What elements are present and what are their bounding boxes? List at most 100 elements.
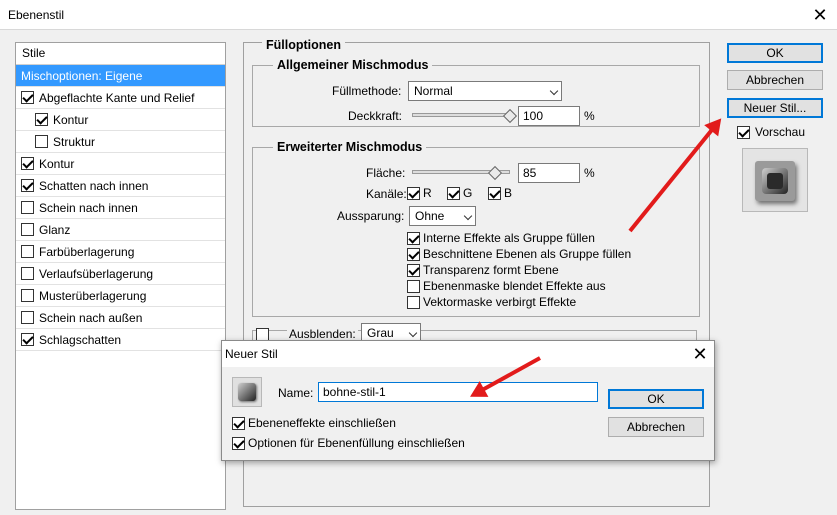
advanced-option[interactable]: Beschnittene Ebenen als Gruppe füllen (407, 247, 631, 261)
general-blend-title: Allgemeiner Mischmodus (273, 58, 433, 72)
blend-if-value: Grau (367, 326, 394, 340)
preview-checkbox[interactable] (737, 125, 750, 139)
advanced-option-checkbox[interactable] (407, 279, 420, 293)
ok-button[interactable]: OK (727, 43, 823, 63)
name-label: Name: (278, 386, 314, 400)
style-item[interactable]: Mischoptionen: Eigene (16, 65, 225, 87)
style-item-checkbox[interactable] (21, 333, 34, 346)
close-icon[interactable]: ✕ (690, 345, 710, 363)
style-item-checkbox[interactable] (21, 245, 34, 258)
channel-g-label: G (463, 186, 473, 200)
style-item-label: Kontur (39, 156, 75, 171)
channel-r[interactable]: R (407, 186, 432, 200)
style-item-label: Verlaufsüberlagerung (39, 266, 154, 281)
chevron-down-icon (408, 328, 418, 338)
style-item[interactable]: Schatten nach innen (16, 175, 225, 197)
style-item[interactable]: Schlagschatten (16, 329, 225, 351)
style-item-label: Mischoptionen: Eigene (21, 68, 143, 83)
channel-b-label: B (504, 186, 513, 200)
new-style-thumbnail (232, 377, 262, 407)
style-item[interactable]: Schein nach innen (16, 197, 225, 219)
include-effects-checkbox[interactable] (232, 416, 245, 430)
style-item[interactable]: Kontur (16, 153, 225, 175)
new-style-button[interactable]: Neuer Stil... (727, 98, 823, 118)
channel-b-checkbox[interactable] (488, 186, 501, 200)
style-item-checkbox[interactable] (21, 201, 34, 214)
style-item-label: Kontur (53, 112, 89, 127)
chevron-down-icon (549, 86, 559, 96)
fill-opacity-percent: % (584, 166, 595, 180)
style-item-checkbox[interactable] (21, 311, 34, 324)
advanced-option-checkbox[interactable] (407, 263, 420, 277)
style-item-label: Schlagschatten (39, 332, 122, 347)
style-item[interactable]: Farbüberlagerung (16, 241, 225, 263)
include-fill-option[interactable]: Optionen für Ebenenfüllung einschließen (232, 436, 465, 450)
style-preview-thumbnail (742, 148, 808, 212)
advanced-option[interactable]: Ebenenmaske blendet Effekte aus (407, 279, 606, 293)
style-item-checkbox[interactable] (35, 135, 48, 148)
style-item[interactable]: Glanz (16, 219, 225, 241)
blend-if-label: Ausblenden: (287, 327, 358, 341)
style-item-checkbox[interactable] (21, 179, 34, 192)
channel-g[interactable]: G (447, 186, 472, 200)
channel-b[interactable]: B (488, 186, 512, 200)
style-item[interactable]: Kontur (16, 109, 225, 131)
style-item[interactable]: Verlaufsüberlagerung (16, 263, 225, 285)
knockout-select[interactable]: Ohne (409, 206, 476, 226)
style-item-label: Musterüberlagerung (39, 288, 147, 303)
cancel-button[interactable]: Abbrechen (727, 70, 823, 90)
blend-mode-value: Normal (414, 84, 453, 98)
advanced-option[interactable]: Vektormaske verbirgt Effekte (407, 295, 576, 309)
advanced-option[interactable]: Interne Effekte als Gruppe füllen (407, 231, 595, 245)
dialog-cancel-button[interactable]: Abbrechen (608, 417, 704, 437)
style-item[interactable]: Struktur (16, 131, 225, 153)
channel-r-label: R (423, 186, 432, 200)
style-item-checkbox[interactable] (21, 289, 34, 302)
channel-g-checkbox[interactable] (447, 186, 460, 200)
chevron-down-icon (463, 211, 473, 221)
dialog-ok-button[interactable]: OK (608, 389, 704, 409)
fill-opacity-input[interactable]: 85 (518, 163, 580, 183)
opacity-input[interactable]: 100 (518, 106, 580, 126)
close-icon[interactable]: ✕ (810, 6, 830, 24)
style-item-checkbox[interactable] (21, 223, 34, 236)
blend-mode-select[interactable]: Normal (408, 81, 562, 101)
style-item[interactable]: Schein nach außen (16, 307, 225, 329)
advanced-blend-title: Erweiterter Mischmodus (273, 140, 427, 154)
new-style-dialog-titlebar: Neuer Stil ✕ (222, 341, 714, 367)
styles-header: Stile (16, 43, 225, 65)
style-item-checkbox[interactable] (21, 157, 34, 170)
style-item-checkbox[interactable] (21, 267, 34, 280)
style-item-checkbox[interactable] (35, 113, 48, 126)
new-style-dialog-title: Neuer Stil (225, 347, 278, 361)
opacity-slider-track[interactable] (412, 113, 510, 117)
style-item-label: Schein nach innen (39, 200, 138, 215)
preview-bevel-core (767, 173, 783, 189)
style-item[interactable]: Musterüberlagerung (16, 285, 225, 307)
preview-toggle[interactable]: Vorschau (737, 125, 805, 139)
style-item-label: Schatten nach innen (39, 178, 149, 193)
include-effects-option[interactable]: Ebeneneffekte einschließen (232, 416, 396, 430)
preview-bevel-outer (755, 161, 795, 201)
style-item-label: Abgeflachte Kante und Relief (39, 90, 195, 105)
style-item[interactable]: Abgeflachte Kante und Relief (16, 87, 225, 109)
advanced-option-label: Vektormaske verbirgt Effekte (423, 295, 577, 309)
advanced-option[interactable]: Transparenz formt Ebene (407, 263, 559, 277)
include-fill-label: Optionen für Ebenenfüllung einschließen (248, 436, 465, 450)
style-item-checkbox[interactable] (21, 91, 34, 104)
name-input[interactable]: bohne-stil-1 (318, 382, 598, 402)
channels-label: Kanäle: (366, 187, 407, 201)
advanced-option-label: Beschnittene Ebenen als Gruppe füllen (423, 247, 632, 261)
advanced-option-checkbox[interactable] (407, 247, 420, 261)
include-effects-label: Ebeneneffekte einschließen (248, 416, 396, 430)
style-item-label: Struktur (53, 134, 96, 149)
channel-r-checkbox[interactable] (407, 186, 420, 200)
style-item-label: Glanz (39, 222, 71, 237)
advanced-option-label: Transparenz formt Ebene (423, 263, 559, 277)
include-fill-checkbox[interactable] (232, 436, 245, 450)
blend-mode-label: Füllmethode: (332, 84, 402, 98)
window-title: Ebenenstil (8, 8, 65, 22)
advanced-option-checkbox[interactable] (407, 295, 420, 309)
advanced-option-checkbox[interactable] (407, 231, 420, 245)
opacity-percent: % (584, 109, 595, 123)
